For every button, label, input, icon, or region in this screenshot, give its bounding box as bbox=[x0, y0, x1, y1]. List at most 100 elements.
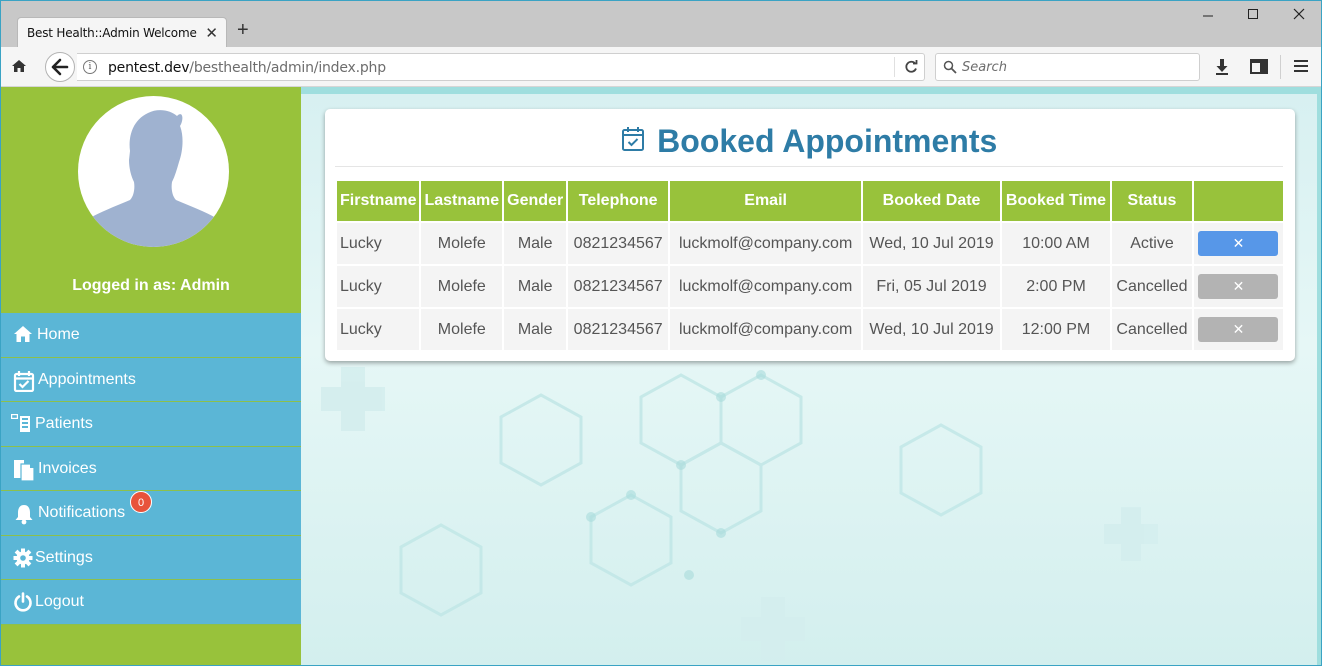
cell-action: ✕ bbox=[1193, 309, 1283, 350]
cell-status: Cancelled bbox=[1111, 309, 1192, 350]
minimize-button[interactable] bbox=[1197, 7, 1219, 27]
toolbar-divider bbox=[1280, 55, 1281, 79]
search-input[interactable] bbox=[962, 58, 1192, 76]
sidebar-item-label: Logout bbox=[35, 593, 84, 610]
browser-tab[interactable]: Best Health::Admin Welcome ✕ bbox=[17, 17, 227, 47]
cancel-appointment-button[interactable]: ✕ bbox=[1198, 231, 1279, 256]
appointments-table: Firstname Lastname Gender Telephone Emai… bbox=[335, 179, 1285, 352]
navigation-toolbar: i pentest.dev/besthealth/admin/index.php bbox=[1, 47, 1321, 87]
card-header: Booked Appointments bbox=[335, 123, 1283, 167]
sidebar-item-settings[interactable]: Settings bbox=[1, 535, 301, 580]
sidebar-item-label: Invoices bbox=[38, 459, 97, 477]
cell-firstname: Lucky bbox=[337, 223, 420, 264]
invoices-icon bbox=[13, 459, 35, 486]
column-header: Booked Date bbox=[863, 181, 1001, 221]
window-close-button[interactable] bbox=[1288, 7, 1310, 27]
tab-close-icon[interactable]: ✕ bbox=[205, 24, 218, 42]
gear-icon bbox=[13, 548, 33, 573]
cell-firstname: Lucky bbox=[337, 309, 420, 350]
logged-in-label: Logged in as: Admin bbox=[72, 277, 230, 294]
sidebar-item-label: Appointments bbox=[38, 370, 136, 388]
cell-status: Cancelled bbox=[1111, 266, 1192, 307]
table-row: Lucky Molefe Male 0821234567 luckmolf@co… bbox=[337, 223, 1283, 264]
table-row: Lucky Molefe Male 0821234567 luckmolf@co… bbox=[337, 266, 1283, 307]
sidebar-item-home[interactable]: Home bbox=[1, 313, 301, 358]
url-host: pentest.dev bbox=[108, 60, 190, 76]
cell-gender: Male bbox=[504, 309, 567, 350]
cell-action: ✕ bbox=[1193, 223, 1283, 264]
sidebar-item-label: Notifications bbox=[38, 504, 126, 521]
content-right-strip bbox=[1317, 87, 1321, 665]
reload-icon[interactable] bbox=[903, 59, 919, 80]
back-button[interactable] bbox=[45, 52, 75, 82]
cell-firstname: Lucky bbox=[337, 266, 420, 307]
close-icon bbox=[1293, 8, 1305, 20]
cancel-appointment-button-disabled: ✕ bbox=[1198, 274, 1279, 299]
cell-status: Active bbox=[1111, 223, 1192, 264]
search-icon bbox=[943, 60, 957, 79]
cell-booked-date: Wed, 10 Jul 2019 bbox=[863, 309, 1001, 350]
tab-title: Best Health::Admin Welcome bbox=[27, 26, 197, 40]
cell-gender: Male bbox=[504, 223, 567, 264]
sidebar-menu: Home Appointments Patients Invoices Noti… bbox=[1, 313, 301, 625]
browser-window: Best Health::Admin Welcome ✕ + i pentest… bbox=[0, 0, 1322, 666]
sidebar-item-invoices[interactable]: Invoices bbox=[1, 446, 301, 491]
calendar-check-icon bbox=[13, 370, 35, 397]
cell-booked-time: 12:00 PM bbox=[1002, 309, 1110, 350]
column-header: Booked Time bbox=[1002, 181, 1110, 221]
sidebar-item-patients[interactable]: Patients bbox=[1, 402, 301, 447]
appointments-card: Booked Appointments Firstname Lastname G… bbox=[325, 109, 1295, 361]
cell-gender: Male bbox=[504, 266, 567, 307]
url-text[interactable]: pentest.dev/besthealth/admin/index.php bbox=[108, 60, 386, 76]
url-bar[interactable]: i pentest.dev/besthealth/admin/index.php bbox=[77, 53, 925, 81]
page-title: Booked Appointments bbox=[657, 123, 998, 159]
sidebar-item-label: Home bbox=[37, 326, 80, 343]
cell-telephone: 0821234567 bbox=[568, 309, 669, 350]
column-header: Lastname bbox=[421, 181, 503, 221]
cell-email: luckmolf@company.com bbox=[670, 266, 862, 307]
sidebar-item-appointments[interactable]: Appointments bbox=[1, 357, 301, 402]
info-icon[interactable]: i bbox=[83, 60, 97, 74]
sidebar: Logged in as: Admin Home Appointments Pa… bbox=[1, 87, 301, 665]
tab-strip: Best Health::Admin Welcome ✕ + bbox=[1, 1, 1321, 47]
column-header: Status bbox=[1111, 181, 1192, 221]
cell-email: luckmolf@company.com bbox=[670, 223, 862, 264]
column-header: Gender bbox=[504, 181, 567, 221]
new-tab-button[interactable]: + bbox=[237, 20, 249, 40]
cell-booked-time: 10:00 AM bbox=[1002, 223, 1110, 264]
cell-booked-date: Wed, 10 Jul 2019 bbox=[863, 223, 1001, 264]
page-viewport: Logged in as: Admin Home Appointments Pa… bbox=[1, 87, 1321, 665]
cell-lastname: Molefe bbox=[421, 266, 503, 307]
notification-badge: 0 bbox=[130, 491, 152, 513]
cell-lastname: Molefe bbox=[421, 223, 503, 264]
url-path: /besthealth/admin/index.php bbox=[189, 60, 386, 76]
url-separator bbox=[894, 57, 895, 77]
column-header: Email bbox=[670, 181, 862, 221]
maximize-icon bbox=[1248, 9, 1258, 19]
cell-booked-time: 2:00 PM bbox=[1002, 266, 1110, 307]
avatar bbox=[78, 96, 229, 247]
sidebar-item-label: Settings bbox=[35, 548, 93, 566]
sidebar-toggle-icon[interactable] bbox=[1250, 59, 1268, 79]
column-header: Telephone bbox=[568, 181, 669, 221]
home-icon[interactable] bbox=[11, 58, 27, 79]
table-row: Lucky Molefe Male 0821234567 luckmolf@co… bbox=[337, 309, 1283, 350]
user-silhouette-icon bbox=[78, 110, 229, 247]
hamburger-menu-icon[interactable] bbox=[1293, 59, 1309, 78]
cell-lastname: Molefe bbox=[421, 309, 503, 350]
cell-telephone: 0821234567 bbox=[568, 223, 669, 264]
column-header: Firstname bbox=[337, 181, 420, 221]
sidebar-item-notifications[interactable]: Notifications 0 bbox=[1, 491, 301, 536]
sidebar-item-logout[interactable]: Logout bbox=[1, 580, 301, 625]
cell-telephone: 0821234567 bbox=[568, 266, 669, 307]
table-header-row: Firstname Lastname Gender Telephone Emai… bbox=[337, 181, 1283, 221]
cell-booked-date: Fri, 05 Jul 2019 bbox=[863, 266, 1001, 307]
patients-icon bbox=[10, 412, 32, 439]
maximize-button[interactable] bbox=[1242, 7, 1264, 27]
cell-action: ✕ bbox=[1193, 266, 1283, 307]
sidebar-item-label: Patients bbox=[35, 415, 93, 432]
content-top-strip bbox=[301, 87, 1321, 94]
download-icon[interactable] bbox=[1214, 58, 1230, 80]
home-icon bbox=[13, 325, 33, 348]
search-bar[interactable] bbox=[935, 53, 1200, 81]
